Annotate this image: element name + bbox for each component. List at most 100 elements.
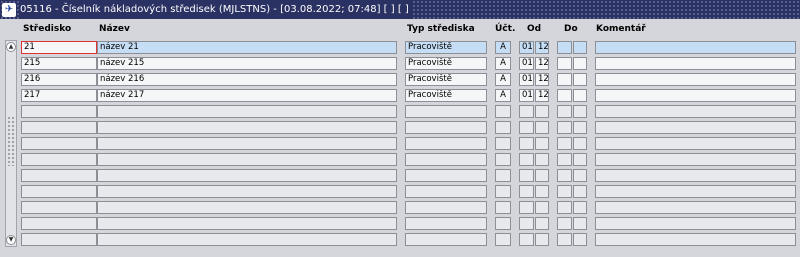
cell-do-month[interactable] (557, 169, 572, 182)
cell-do-month[interactable] (557, 105, 572, 118)
cell-komentar[interactable] (595, 89, 796, 102)
cell-typ[interactable]: Pracoviště (405, 73, 487, 86)
cell-uct[interactable] (495, 137, 511, 150)
cell-nazev[interactable] (97, 201, 397, 214)
cell-od-month[interactable] (519, 185, 534, 198)
scroll-up-icon[interactable]: ▲ (6, 42, 16, 52)
cell-typ[interactable] (405, 201, 487, 214)
cell-do-month[interactable] (557, 185, 572, 198)
cell-uct[interactable] (495, 185, 511, 198)
cell-stredisko[interactable]: 216 (21, 73, 97, 86)
cell-do-year[interactable] (573, 185, 587, 198)
cell-uct[interactable] (495, 233, 511, 246)
cell-komentar[interactable] (595, 217, 796, 230)
cell-komentar[interactable] (595, 105, 796, 118)
cell-od-year[interactable] (535, 201, 549, 214)
cell-do-month[interactable] (557, 201, 572, 214)
cell-typ[interactable] (405, 137, 487, 150)
cell-do-year[interactable] (573, 105, 587, 118)
cell-nazev[interactable]: název 21 (97, 41, 397, 54)
cell-od-month[interactable] (519, 137, 534, 150)
cell-do-month[interactable] (557, 57, 572, 70)
cell-typ[interactable]: Pracoviště (405, 41, 487, 54)
cell-komentar[interactable] (595, 233, 796, 246)
cell-od-month[interactable]: 01 (519, 41, 534, 54)
cell-uct[interactable] (495, 169, 511, 182)
cell-komentar[interactable] (595, 185, 796, 198)
cell-nazev[interactable] (97, 153, 397, 166)
cell-uct[interactable] (495, 217, 511, 230)
cell-typ[interactable] (405, 217, 487, 230)
cell-do-month[interactable] (557, 73, 572, 86)
cell-nazev[interactable]: název 215 (97, 57, 397, 70)
cell-nazev[interactable]: název 216 (97, 73, 397, 86)
cell-typ[interactable]: Pracoviště (405, 89, 487, 102)
cell-uct[interactable]: A (495, 57, 511, 70)
cell-od-year[interactable] (535, 217, 549, 230)
cell-od-month[interactable]: 01 (519, 57, 534, 70)
cell-uct[interactable]: A (495, 41, 511, 54)
cell-do-month[interactable] (557, 137, 572, 150)
cell-do-month[interactable] (557, 41, 572, 54)
cell-stredisko[interactable]: 215 (21, 57, 97, 70)
cell-do-year[interactable] (573, 41, 587, 54)
cell-komentar[interactable] (595, 73, 796, 86)
cell-od-year[interactable]: 12 (535, 41, 549, 54)
cell-od-month[interactable] (519, 217, 534, 230)
scroll-grip[interactable] (7, 116, 15, 166)
cell-stredisko[interactable]: 217 (21, 89, 97, 102)
cell-uct[interactable]: A (495, 73, 511, 86)
cell-nazev[interactable] (97, 105, 397, 118)
cell-nazev[interactable] (97, 121, 397, 134)
cell-komentar[interactable] (595, 121, 796, 134)
cell-od-month[interactable] (519, 153, 534, 166)
cell-od-month[interactable] (519, 169, 534, 182)
cell-typ[interactable] (405, 185, 487, 198)
cell-od-month[interactable]: 01 (519, 89, 534, 102)
cell-uct[interactable] (495, 105, 511, 118)
cell-komentar[interactable] (595, 41, 796, 54)
cell-do-year[interactable] (573, 73, 587, 86)
cell-do-year[interactable] (573, 57, 587, 70)
cell-typ[interactable] (405, 153, 487, 166)
cell-do-year[interactable] (573, 217, 587, 230)
cell-od-year[interactable]: 12 (535, 57, 549, 70)
cell-do-month[interactable] (557, 153, 572, 166)
cell-do-year[interactable] (573, 201, 587, 214)
cell-do-month[interactable] (557, 233, 572, 246)
cell-do-month[interactable] (557, 217, 572, 230)
cell-do-year[interactable] (573, 153, 587, 166)
cell-od-year[interactable]: 12 (535, 89, 549, 102)
vertical-scrollbar[interactable]: ▲ ▼ (5, 40, 17, 247)
cell-komentar[interactable] (595, 153, 796, 166)
cell-uct[interactable] (495, 121, 511, 134)
scroll-down-icon[interactable]: ▼ (6, 235, 16, 245)
cell-uct[interactable] (495, 153, 511, 166)
cell-stredisko[interactable] (21, 217, 97, 230)
cell-stredisko[interactable] (21, 185, 97, 198)
cell-do-month[interactable] (557, 89, 572, 102)
cell-typ[interactable]: Pracoviště (405, 57, 487, 70)
cell-od-year[interactable] (535, 153, 549, 166)
cell-od-year[interactable] (535, 121, 549, 134)
cell-komentar[interactable] (595, 201, 796, 214)
cell-nazev[interactable] (97, 233, 397, 246)
cell-od-month[interactable] (519, 201, 534, 214)
cell-do-month[interactable] (557, 121, 572, 134)
cell-stredisko[interactable] (21, 153, 97, 166)
cell-od-year[interactable] (535, 233, 549, 246)
cell-do-year[interactable] (573, 137, 587, 150)
cell-typ[interactable] (405, 105, 487, 118)
cell-od-month[interactable] (519, 121, 534, 134)
cell-do-year[interactable] (573, 169, 587, 182)
cell-stredisko[interactable] (21, 233, 97, 246)
cell-do-year[interactable] (573, 89, 587, 102)
cell-stredisko[interactable] (21, 137, 97, 150)
cell-od-year[interactable] (535, 185, 549, 198)
cell-typ[interactable] (405, 233, 487, 246)
cell-nazev[interactable]: název 217 (97, 89, 397, 102)
cell-do-year[interactable] (573, 121, 587, 134)
cell-komentar[interactable] (595, 57, 796, 70)
cell-od-year[interactable] (535, 105, 549, 118)
cell-typ[interactable] (405, 169, 487, 182)
